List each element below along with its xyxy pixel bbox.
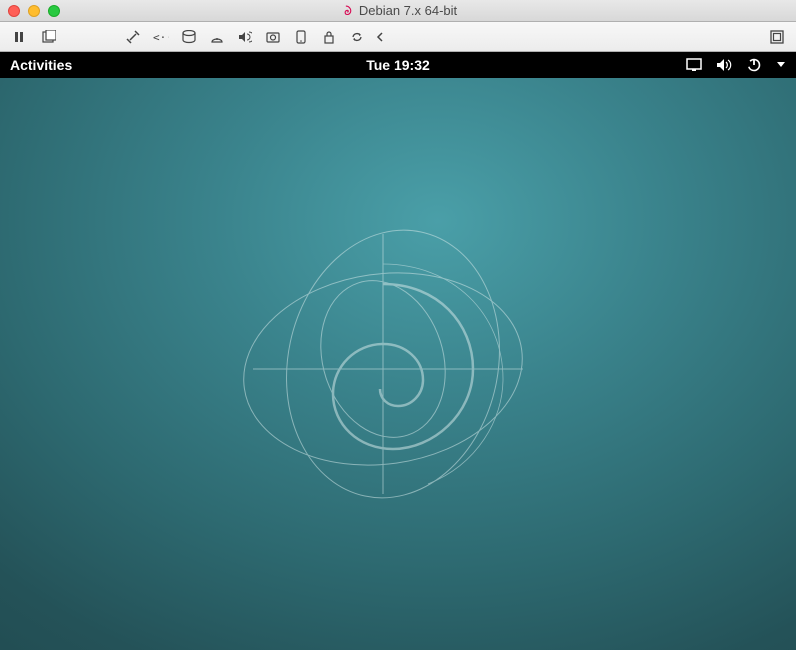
fullscreen-icon <box>770 30 784 44</box>
gnome-topbar: Activities Tue 19:32 <box>0 52 796 78</box>
camera-button[interactable] <box>260 26 286 48</box>
harddisk-button[interactable] <box>176 26 202 48</box>
traffic-lights <box>8 5 60 17</box>
activities-button[interactable]: Activities <box>10 57 72 73</box>
pause-icon <box>13 31 25 43</box>
mac-titlebar: Debian 7.x 64-bit <box>0 0 796 22</box>
optical-button[interactable] <box>204 26 230 48</box>
desktop-wallpaper[interactable] <box>0 78 796 650</box>
volume-icon[interactable] <box>716 58 732 72</box>
fullscreen-button[interactable] <box>764 26 790 48</box>
network-icon: <··> <box>153 31 169 43</box>
settings-icon <box>126 30 140 44</box>
window-title-text: Debian 7.x 64-bit <box>359 3 457 18</box>
minimize-icon[interactable] <box>28 5 40 17</box>
status-area[interactable] <box>686 57 786 73</box>
optical-icon <box>210 30 224 44</box>
clock[interactable]: Tue 19:32 <box>366 57 430 73</box>
chevron-left-button[interactable] <box>372 26 388 48</box>
sync-icon <box>350 30 364 44</box>
harddisk-icon <box>182 30 196 44</box>
vm-toolbar: <··> <box>0 22 796 52</box>
chevron-left-icon <box>376 32 384 42</box>
network-button[interactable]: <··> <box>148 26 174 48</box>
display-icon[interactable] <box>686 58 702 72</box>
pause-button[interactable] <box>6 26 32 48</box>
debian-favicon-icon <box>339 4 353 18</box>
dropdown-icon[interactable] <box>776 61 786 69</box>
svg-text:<··>: <··> <box>153 31 169 43</box>
close-icon[interactable] <box>8 5 20 17</box>
maximize-icon[interactable] <box>48 5 60 17</box>
debian-swirl-logo <box>228 194 548 514</box>
power-icon[interactable] <box>746 57 762 73</box>
camera-icon <box>266 30 280 44</box>
sound-button[interactable] <box>232 26 258 48</box>
sync-button[interactable] <box>344 26 370 48</box>
mobile-button[interactable] <box>288 26 314 48</box>
mobile-icon <box>296 30 306 44</box>
lock-icon <box>323 30 335 44</box>
snapshot-icon <box>42 30 56 44</box>
snapshot-button[interactable] <box>36 26 62 48</box>
settings-button[interactable] <box>120 26 146 48</box>
sound-icon <box>238 30 252 44</box>
guest-vm-screen: Activities Tue 19:32 <box>0 52 796 650</box>
window-title: Debian 7.x 64-bit <box>339 3 457 18</box>
vm-device-icons: <··> <box>120 26 388 48</box>
lock-button[interactable] <box>316 26 342 48</box>
